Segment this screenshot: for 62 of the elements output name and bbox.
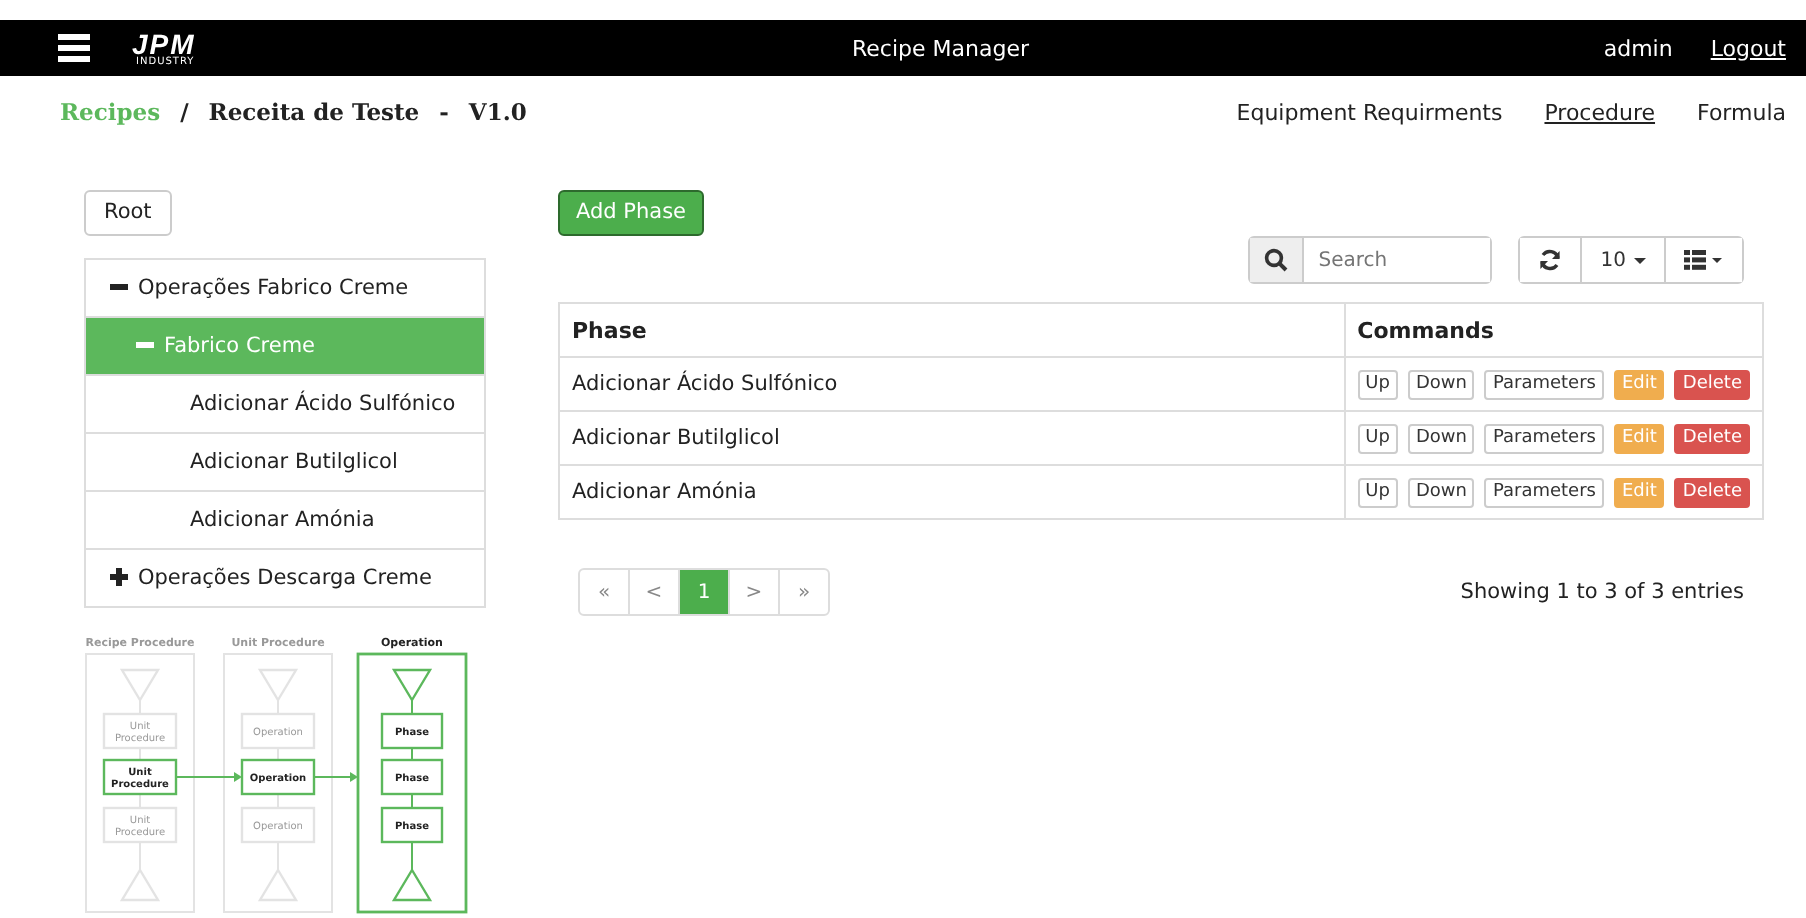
nav-tab[interactable]: Formula [1697, 99, 1786, 125]
delete-button[interactable]: Delete [1674, 369, 1750, 399]
expand-icon [110, 568, 128, 586]
tree-item[interactable]: Operações Fabrico Creme [86, 259, 484, 315]
tree-item[interactable]: Operações Descarga Creme [86, 547, 484, 605]
refresh-icon [1538, 248, 1563, 272]
end-triangle [119, 866, 161, 901]
column-header: Commands [1344, 303, 1763, 357]
root-button[interactable]: Root [84, 189, 172, 235]
search-field[interactable]: Search [1248, 236, 1493, 284]
entries-summary: Showing 1 to 3 of 3 entries [1460, 580, 1744, 604]
breadcrumb-separator: - [439, 98, 449, 126]
collapse-icon [110, 278, 128, 296]
logo: JPM [132, 29, 196, 57]
menu-icon[interactable] [58, 34, 90, 62]
command-button[interactable]: Up [1357, 369, 1398, 399]
recipe-name: Receita de Teste [208, 98, 420, 126]
command-button[interactable]: Down [1407, 423, 1475, 453]
table-cell: Adicionar Amónia [559, 465, 1345, 519]
command-button[interactable]: Up [1357, 423, 1398, 453]
tree-label: Adicionar Butilglicol [190, 449, 398, 473]
tree-label: Operações Descarga Creme [138, 565, 432, 589]
table-cell: Adicionar Ácido Sulfónico [559, 357, 1345, 411]
flow-arrow [313, 771, 358, 781]
command-button[interactable]: Down [1407, 477, 1475, 507]
end-triangle [391, 866, 433, 901]
collapse-icon [136, 336, 154, 354]
tree-label: Fabrico Creme [164, 333, 316, 357]
command-button[interactable]: Down [1407, 369, 1475, 399]
tree-label: Adicionar Amónia [190, 507, 375, 531]
column-header: Phase [559, 303, 1345, 357]
list-icon [1684, 250, 1724, 270]
recipe-version: V1.0 [468, 98, 527, 126]
page-button[interactable]: « [580, 570, 628, 614]
command-button[interactable]: Up [1357, 477, 1398, 507]
tree-item[interactable]: Adicionar Butilglicol [86, 431, 484, 489]
tree-label: Adicionar Ácido Sulfónico [190, 391, 456, 415]
flow-arrow [175, 771, 242, 781]
start-triangle [119, 667, 161, 702]
nav-tab[interactable]: Procedure [1544, 99, 1656, 125]
app-title: Recipe Manager [852, 35, 1031, 61]
command-button[interactable]: Parameters [1484, 369, 1604, 399]
columns-dropdown[interactable] [1664, 238, 1742, 282]
table-cell: Adicionar Butilglicol [559, 411, 1345, 465]
search-icon [1264, 248, 1289, 272]
nav-tab[interactable]: Equipment Requirments [1236, 99, 1503, 125]
delete-button[interactable]: Delete [1674, 423, 1750, 453]
breadcrumb-separator: / [180, 98, 189, 126]
tree-item[interactable]: Adicionar Ácido Sulfónico [86, 373, 484, 431]
page-button[interactable]: » [778, 570, 828, 614]
page-button[interactable]: > [728, 570, 778, 614]
logout-link[interactable]: Logout [1710, 35, 1786, 61]
command-button[interactable]: Parameters [1484, 423, 1604, 453]
command-button[interactable]: Parameters [1484, 477, 1604, 507]
start-triangle [257, 667, 299, 702]
start-triangle [391, 667, 433, 702]
tree-item[interactable]: Adicionar Amónia [86, 489, 484, 547]
user-name: admin [1603, 35, 1673, 61]
tree-label: Operações Fabrico Creme [138, 275, 409, 299]
caret-icon [1634, 257, 1646, 263]
delete-button[interactable]: Delete [1674, 477, 1750, 507]
end-triangle [257, 866, 299, 901]
